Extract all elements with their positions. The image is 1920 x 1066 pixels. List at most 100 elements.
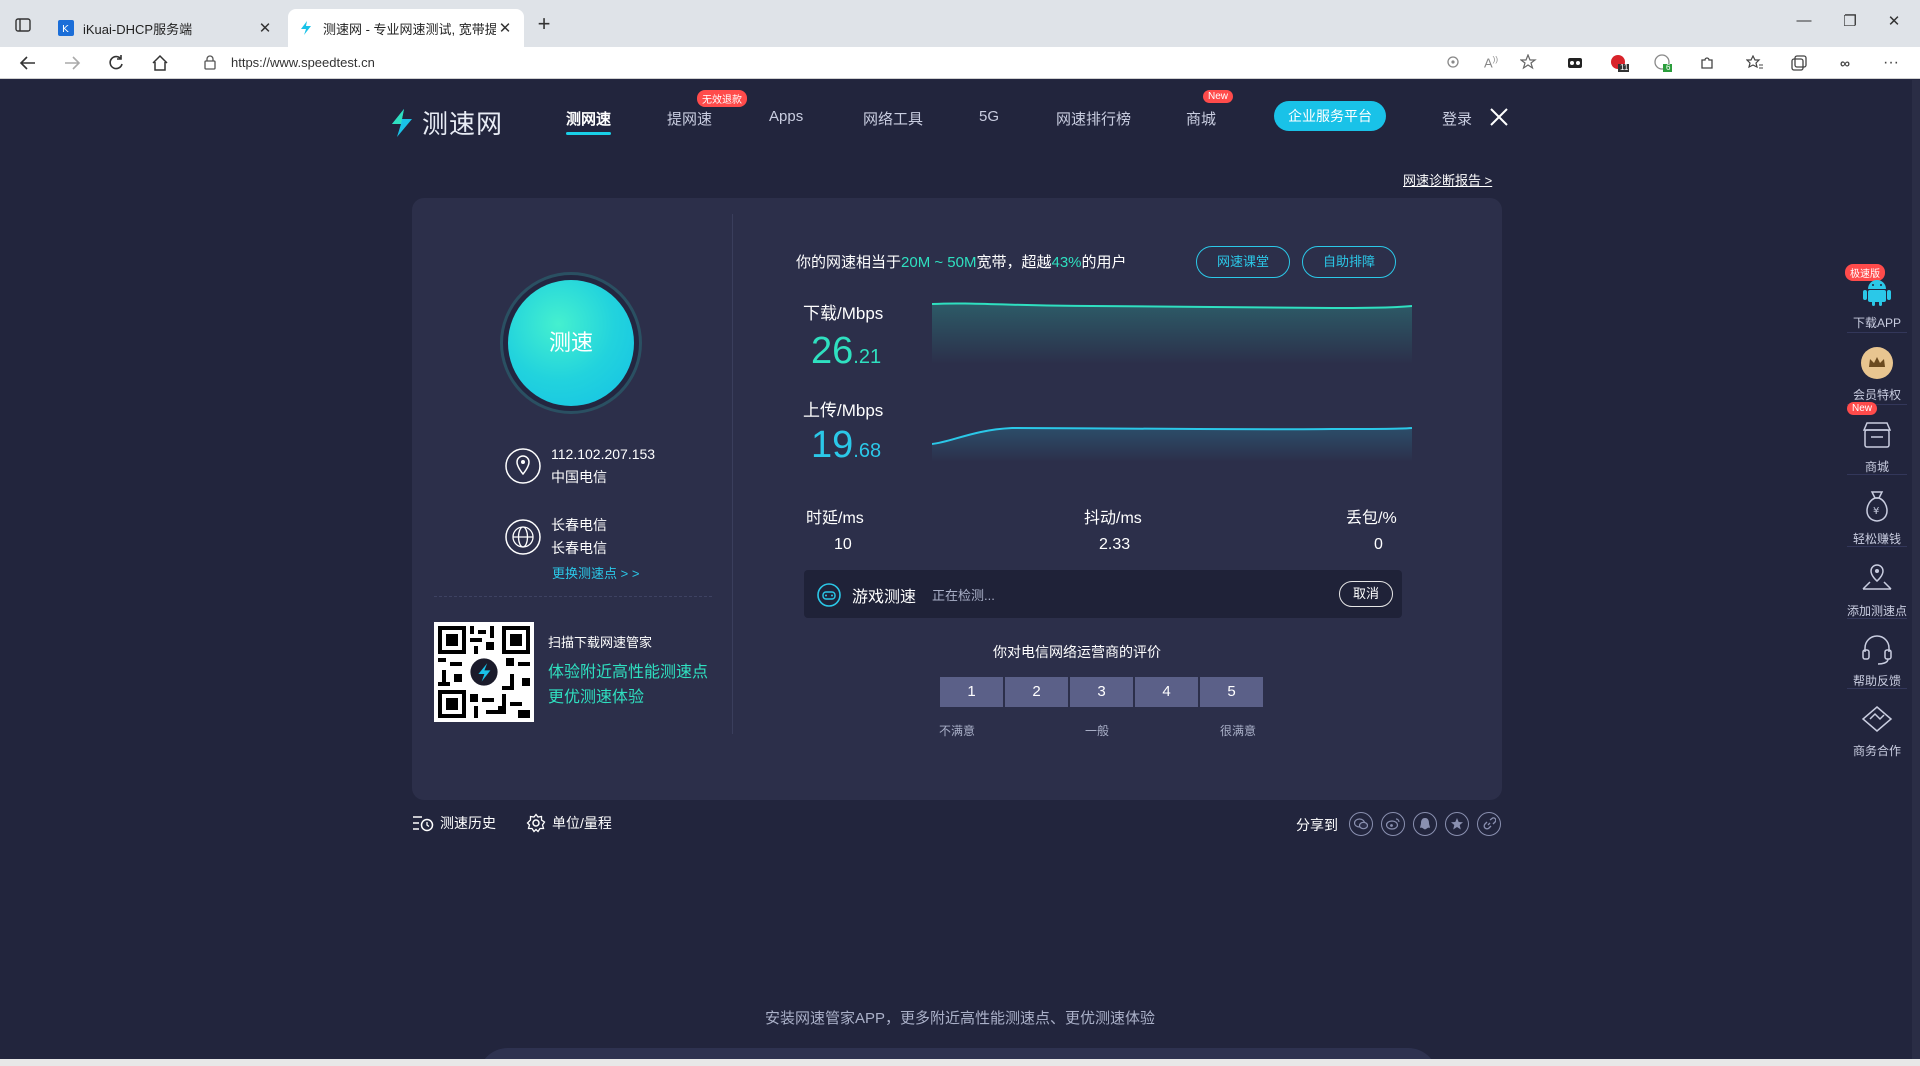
close-window-icon[interactable]: ✕ [1874,12,1914,30]
latency-value: 10 [834,536,852,553]
speed-class-button[interactable]: 网速课堂 [1196,246,1290,278]
login-link[interactable]: 登录 [1442,108,1472,129]
nav-speedtest[interactable]: 测网速 [566,108,612,135]
divider [1847,546,1907,547]
gear-icon [526,813,546,833]
ext-badge-count: 6 [1666,63,1671,72]
rating-low-caption: 不满意 [939,724,976,738]
nav-5g[interactable]: 5G [979,108,999,125]
rating-option-2[interactable]: 2 [1005,677,1068,707]
test-history-link[interactable]: 测速历史 [412,813,496,833]
add-node-icon [1858,560,1896,598]
download-label: 下载/Mbps [803,304,884,323]
restore-icon[interactable]: ❐ [1830,12,1870,30]
summary-prefix: 你的网速相当于 [796,254,902,271]
favorites-icon[interactable] [1744,53,1766,73]
globe-icon [504,518,542,556]
tab-actions-icon[interactable] [10,14,36,36]
address-bar-row: https://www.speedtest.cn A)) 11 6 ∞ ··· [0,47,1920,79]
cancel-button[interactable]: 取消 [1339,581,1393,607]
game-speed-bar: 游戏测速 正在检测... 取消 [804,570,1402,618]
gamepad-icon [817,583,841,607]
summary-mid: 宽带，超越 [976,254,1052,271]
business-cooperation-label: 商务合作 [1852,744,1901,758]
help-feedback-link[interactable]: 帮助反馈 [1841,630,1913,689]
upload-value: 19.68 [811,424,881,467]
link-icon[interactable] [1477,812,1501,836]
speed-summary: 你的网速相当于20M ~ 50M宽带，超越43%的用户 [796,251,1127,272]
game-speed-status: 正在检测... [932,588,995,603]
qq-icon[interactable] [1413,812,1437,836]
self-troubleshoot-button[interactable]: 自助排障 [1302,246,1396,278]
url-field[interactable]: https://www.speedtest.cn [231,55,375,70]
close-tab-icon[interactable]: ✕ [256,19,274,37]
divider [434,596,712,597]
rating-option-5[interactable]: 5 [1200,677,1263,707]
right-shop-link[interactable]: 商城 [1841,416,1913,475]
download-app-link[interactable]: 下载APP [1841,272,1913,331]
weibo-icon[interactable] [1381,812,1405,836]
divider [1847,618,1907,619]
right-shop-label: 商城 [1864,460,1889,474]
rating-option-3[interactable]: 3 [1070,677,1133,707]
add-favorite-icon[interactable] [1518,53,1540,73]
more-menu-icon[interactable]: ··· [1880,53,1902,73]
earn-money-label: 轻松赚钱 [1852,532,1901,546]
close-tab-icon[interactable]: ✕ [496,19,514,37]
refresh-icon[interactable] [104,52,128,74]
nav-shop[interactable]: 商城 [1186,108,1216,129]
business-cooperation-link[interactable]: 商务合作 [1841,700,1913,759]
rating-option-4[interactable]: 4 [1135,677,1198,707]
forward-icon[interactable] [60,52,84,74]
download-area [932,303,1412,364]
extensions-puzzle-icon[interactable] [1696,53,1718,73]
read-aloud-icon[interactable]: A)) [1480,53,1502,73]
close-icon[interactable] [1488,106,1510,128]
right-float-bar: 极速版 下载APP 会员特权 New 商城 ¥ 轻松赚钱 添加测速点 帮助反馈 [1841,264,1913,780]
enterprise-platform-button[interactable]: 企业服务平台 [1274,101,1386,131]
browser-tab-speedtest[interactable]: 测速网 - 专业网速测试, 宽带提速 ✕ [288,9,524,47]
logo-bolt-icon [392,108,412,137]
member-label: 会员特权 [1852,388,1901,402]
extension-red-icon[interactable]: 11 [1608,53,1630,73]
packet-loss-value: 0 [1374,536,1383,553]
member-privilege-link[interactable]: 会员特权 [1841,344,1913,403]
browser-tab-bar: K iKuai-DHCP服务端 ✕ 测速网 - 专业网速测试, 宽带提速 ✕ +… [0,0,1920,47]
earn-money-link[interactable]: ¥ 轻松赚钱 [1841,488,1913,547]
collections-ext-icon[interactable] [1564,53,1586,73]
logo-text: 测速网 [422,109,504,139]
node-name: 长春电信 [551,517,607,533]
download-dec: .21 [853,346,882,368]
minimize-icon[interactable]: — [1784,12,1824,29]
qr-code-image [434,622,534,722]
new-tab-button[interactable]: + [530,11,558,39]
back-icon[interactable] [16,52,40,74]
nav-speed-up[interactable]: 提网速 [667,108,712,129]
tab-title: iKuai-DHCP服务端 [83,21,193,37]
page-scrollbar[interactable] [1912,80,1920,1059]
star-icon[interactable] [1445,812,1469,836]
nav-network-tools[interactable]: 网络工具 [863,108,923,129]
nav-apps[interactable]: Apps [769,108,803,125]
extension-green-icon[interactable]: 6 [1652,53,1674,73]
diagnosis-report-link[interactable]: 网速诊断报告 > [1403,170,1492,189]
nav-ranking[interactable]: 网速排行榜 [1056,108,1131,129]
profile-link-icon[interactable]: ∞ [1834,53,1856,73]
home-icon[interactable] [148,52,172,74]
add-node-link[interactable]: 添加测速点 [1841,560,1913,619]
lock-icon[interactable] [203,54,217,75]
rating-option-1[interactable]: 1 [940,677,1003,707]
start-test-button[interactable]: 测速 [508,280,634,406]
node-isp: 长春电信 [551,540,607,556]
change-node-link[interactable]: 更换测速点 > > [552,563,639,582]
jitter-label: 抖动/ms [1084,510,1142,527]
browser-tab-ikuai[interactable]: K iKuai-DHCP服务端 ✕ [48,9,284,47]
location-icon[interactable] [1442,53,1464,73]
site-logo[interactable]: 测速网 [388,104,503,141]
taskbar-edge [0,1059,1920,1066]
money-bag-icon: ¥ [1858,488,1896,526]
unit-range-link[interactable]: 单位/量程 [526,813,612,833]
summary-range: 20M ~ 50M [901,254,977,271]
collections-icon[interactable] [1788,53,1810,73]
wechat-icon[interactable] [1349,812,1373,836]
